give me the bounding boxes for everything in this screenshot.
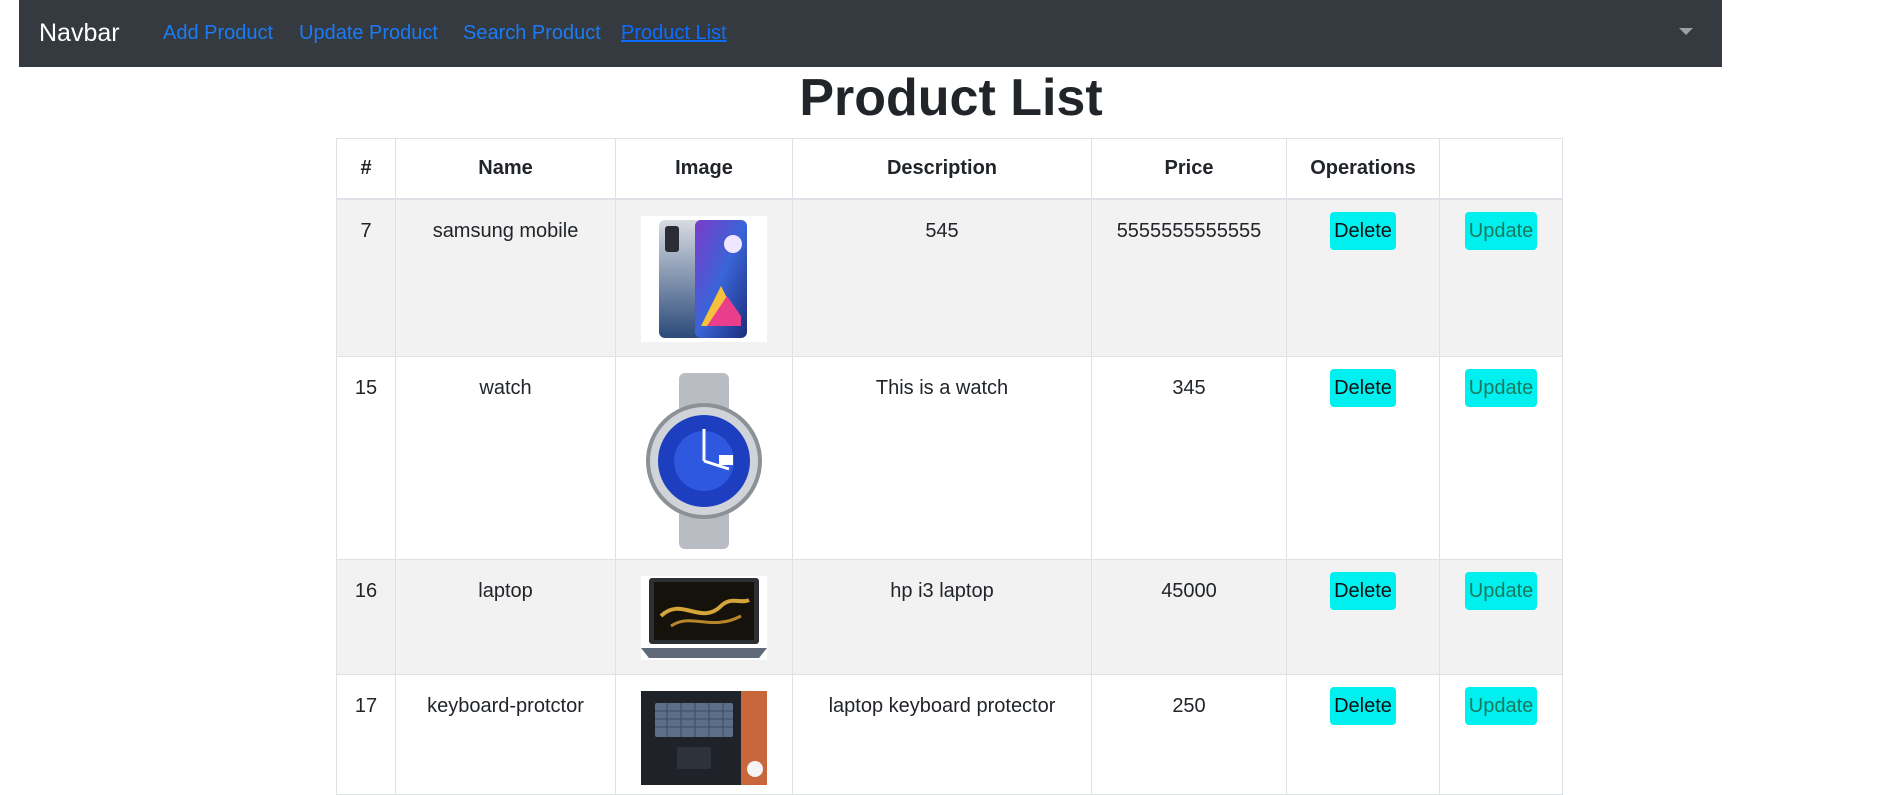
cell-image bbox=[615, 356, 793, 560]
update-button[interactable]: Update bbox=[1464, 369, 1538, 407]
cell-description: hp i3 laptop bbox=[792, 559, 1092, 675]
watch-image bbox=[641, 373, 767, 549]
laptop-image bbox=[641, 576, 767, 660]
navbar: Navbar Add Product Update Product Search… bbox=[19, 0, 1722, 67]
table-row: 16 laptop hp i3 laptop 45000 Delete Upda… bbox=[336, 559, 1563, 675]
cell-image bbox=[615, 674, 793, 795]
cell-price: 345 bbox=[1091, 356, 1287, 560]
cell-price: 5555555555555 bbox=[1091, 198, 1287, 357]
header-empty bbox=[1439, 138, 1563, 200]
caret-down-icon[interactable] bbox=[1679, 28, 1693, 35]
table-header-row: # Name Image Description Price Operation… bbox=[336, 138, 1563, 200]
header-description: Description bbox=[792, 138, 1092, 200]
cell-id: 16 bbox=[336, 559, 396, 675]
header-index: # bbox=[336, 138, 396, 200]
cell-name: keyboard-protctor bbox=[395, 674, 616, 795]
cell-description: 545 bbox=[792, 198, 1092, 357]
nav-link-update-product[interactable]: Update Product bbox=[299, 21, 438, 45]
navbar-brand[interactable]: Navbar bbox=[39, 18, 120, 48]
table-row: 7 samsung mobile 545 5555555555555 Delet… bbox=[336, 198, 1563, 357]
nav-link-search-product[interactable]: Search Product bbox=[463, 21, 601, 45]
update-button[interactable]: Update bbox=[1464, 687, 1538, 725]
cell-update: Update bbox=[1439, 674, 1563, 795]
cell-price: 45000 bbox=[1091, 559, 1287, 675]
nav-link-product-list[interactable]: Product List bbox=[621, 21, 727, 45]
cell-name: samsung mobile bbox=[395, 198, 616, 357]
cell-delete: Delete bbox=[1286, 198, 1440, 357]
product-table: # Name Image Description Price Operation… bbox=[336, 138, 1563, 795]
cell-delete: Delete bbox=[1286, 674, 1440, 795]
cell-delete: Delete bbox=[1286, 356, 1440, 560]
delete-button[interactable]: Delete bbox=[1330, 687, 1396, 725]
table-row: 17 keyboard-protctor laptop keyboard pro… bbox=[336, 674, 1563, 795]
nav-link-add-product[interactable]: Add Product bbox=[163, 21, 273, 45]
cell-image bbox=[615, 198, 793, 357]
cell-price: 250 bbox=[1091, 674, 1287, 795]
cell-description: This is a watch bbox=[792, 356, 1092, 560]
cell-name: watch bbox=[395, 356, 616, 560]
cell-name: laptop bbox=[395, 559, 616, 675]
delete-button[interactable]: Delete bbox=[1330, 211, 1396, 250]
cell-update: Update bbox=[1439, 356, 1563, 560]
header-name: Name bbox=[395, 138, 616, 200]
update-button[interactable]: Update bbox=[1464, 211, 1538, 250]
update-button[interactable]: Update bbox=[1464, 572, 1538, 610]
cell-id: 7 bbox=[336, 198, 396, 357]
header-price: Price bbox=[1091, 138, 1287, 200]
table-row: 15 watch This is a watch 345 Delete Upda… bbox=[336, 356, 1563, 560]
cell-id: 17 bbox=[336, 674, 396, 795]
delete-button[interactable]: Delete bbox=[1330, 369, 1396, 407]
header-image: Image bbox=[615, 138, 793, 200]
cell-image bbox=[615, 559, 793, 675]
cell-description: laptop keyboard protector bbox=[792, 674, 1092, 795]
cell-update: Update bbox=[1439, 559, 1563, 675]
cell-update: Update bbox=[1439, 198, 1563, 357]
phone-image bbox=[641, 215, 767, 342]
cell-delete: Delete bbox=[1286, 559, 1440, 675]
delete-button[interactable]: Delete bbox=[1330, 572, 1396, 610]
page-title: Product List bbox=[799, 69, 1103, 127]
keyboard-image bbox=[641, 691, 767, 785]
header-operations: Operations bbox=[1286, 138, 1440, 200]
cell-id: 15 bbox=[336, 356, 396, 560]
